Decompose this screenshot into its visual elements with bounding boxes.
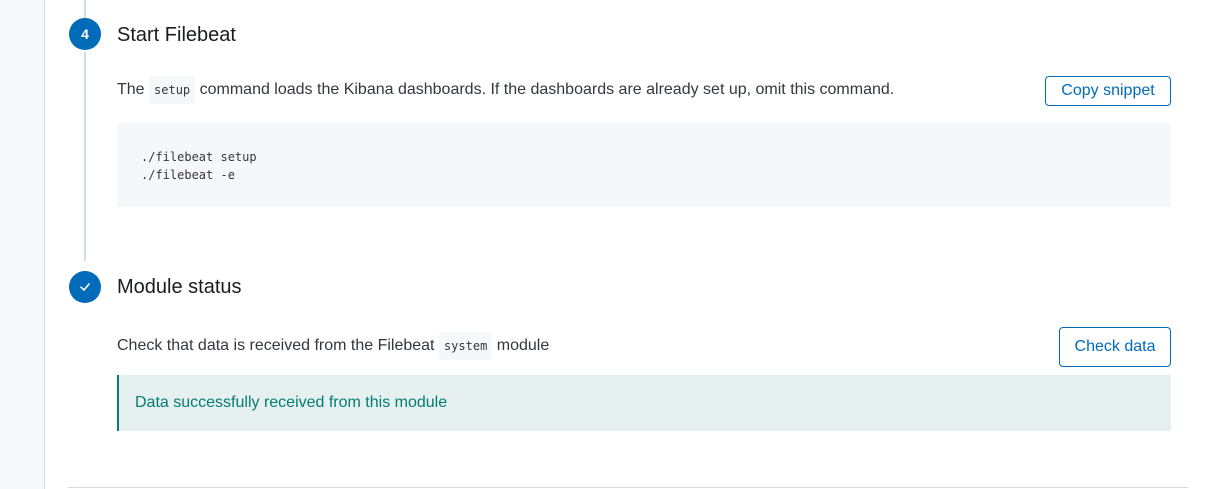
desc-text-before: Check that data is received from the Fil… (117, 337, 435, 354)
step-title-module-status: Module status (117, 276, 242, 298)
success-callout: Data successfully received from this mod… (117, 375, 1171, 431)
code-line: ./filebeat setup (141, 150, 257, 164)
code-line: ./filebeat -e (141, 168, 235, 182)
check-data-button[interactable]: Check data (1059, 327, 1171, 367)
inline-code-system: system (438, 332, 493, 360)
check-icon (80, 283, 90, 291)
code-snippet: ./filebeat setup ./filebeat -e (117, 123, 1171, 207)
desc-text-before: The (117, 81, 145, 98)
copy-snippet-button[interactable]: Copy snippet (1045, 76, 1171, 106)
desc-text-after: command loads the Kibana dashboards. If … (199, 81, 895, 98)
desc-text-after: module (496, 337, 550, 354)
step-connector (84, 52, 86, 261)
step-number-badge: 4 (69, 18, 101, 50)
module-status-description: Check that data is received from the Fil… (117, 332, 550, 360)
step-title-start-filebeat: Start Filebeat (117, 24, 236, 46)
section-divider (68, 487, 1188, 488)
callout-text: Data successfully received from this mod… (135, 394, 448, 411)
inline-code-setup: setup (149, 76, 196, 104)
step-description: The setup command loads the Kibana dashb… (117, 76, 895, 104)
step-connector-top (84, 0, 86, 18)
step-complete-badge (69, 271, 101, 303)
